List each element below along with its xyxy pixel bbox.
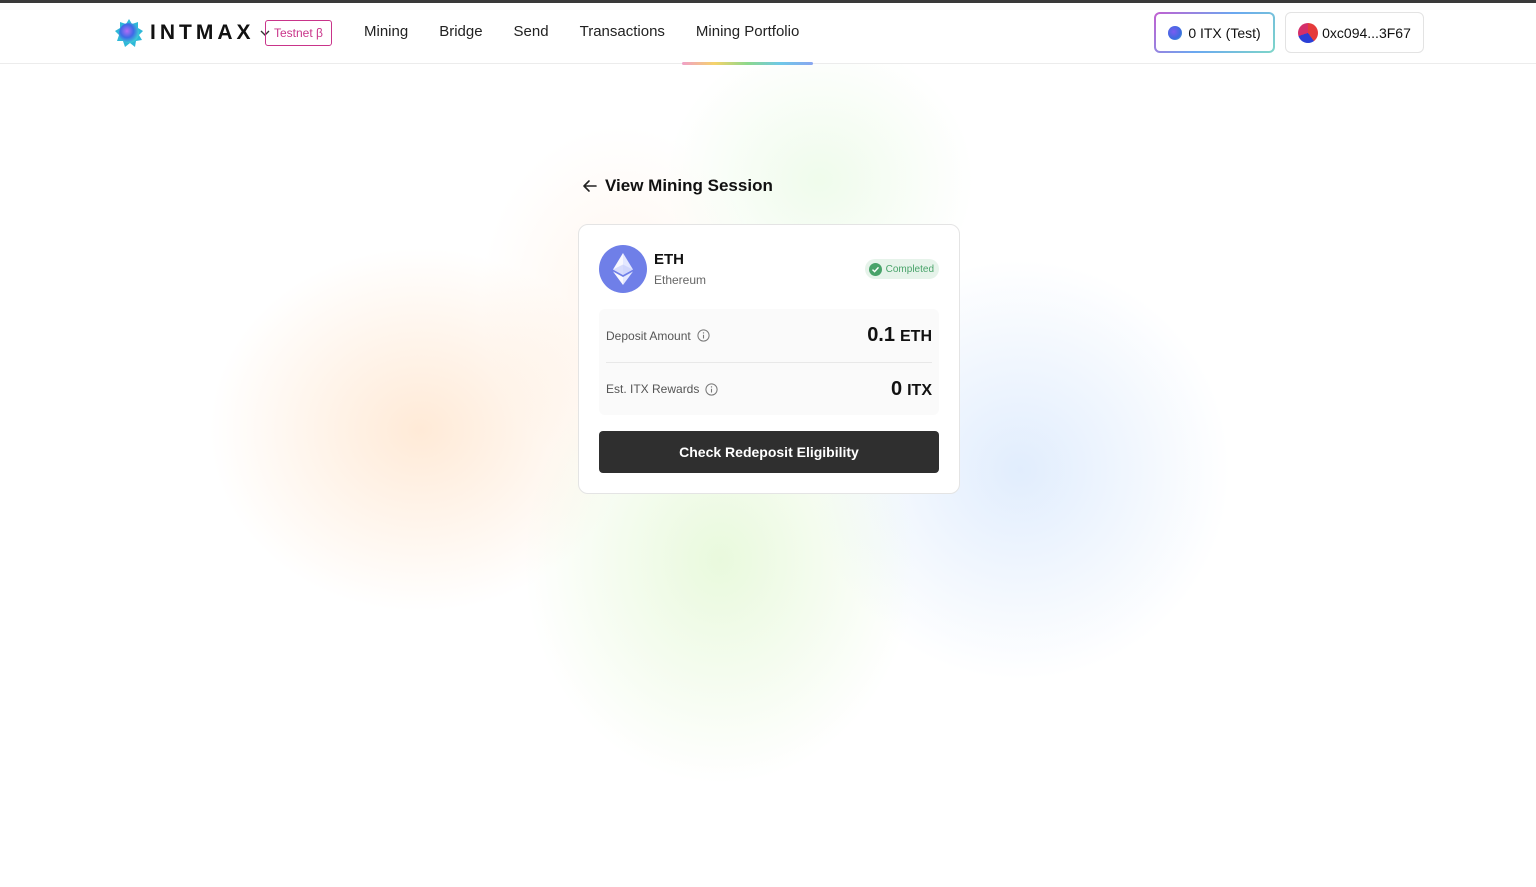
status-badge: Completed bbox=[864, 259, 939, 279]
token-symbol: ETH bbox=[654, 251, 684, 268]
mining-session-view: View Mining Session ETH Ethereum Complet… bbox=[578, 172, 960, 494]
testnet-badge: Testnet β bbox=[265, 20, 332, 46]
nav-transactions[interactable]: Transactions bbox=[580, 3, 665, 64]
intmax-logo-icon bbox=[114, 18, 144, 48]
top-navbar: INTMAX Testnet β Mining Bridge Send Tran… bbox=[0, 3, 1536, 65]
itx-balance-button[interactable]: 0 ITX (Test) bbox=[1154, 12, 1275, 53]
token-name: Ethereum bbox=[654, 273, 707, 287]
check-circle-icon bbox=[868, 262, 882, 276]
back-arrow-icon[interactable] bbox=[581, 177, 599, 195]
main-nav: Mining Bridge Send Transactions Mining P… bbox=[364, 3, 830, 65]
nav-bridge[interactable]: Bridge bbox=[439, 3, 482, 64]
itx-coin-icon bbox=[1168, 25, 1183, 40]
logo-text: INTMAX bbox=[150, 21, 255, 44]
wallet-button[interactable]: 0xc094...3F67 bbox=[1285, 12, 1424, 53]
top-border bbox=[0, 0, 1536, 3]
info-icon[interactable] bbox=[697, 329, 710, 342]
info-icon[interactable] bbox=[705, 382, 718, 396]
deposit-amount-row: Deposit Amount 0.1 ETH bbox=[599, 309, 939, 362]
status-text: Completed bbox=[885, 263, 934, 275]
intmax-logo-menu[interactable]: INTMAX bbox=[114, 18, 271, 48]
ethereum-icon bbox=[599, 245, 647, 293]
wallet-avatar bbox=[1298, 22, 1319, 43]
est-rewards-label: Est. ITX Rewards bbox=[606, 382, 700, 396]
session-card: ETH Ethereum Completed Deposit Amount 0.… bbox=[578, 224, 960, 494]
deposit-amount-value: 0.1 bbox=[867, 324, 895, 346]
token-info: ETH Ethereum bbox=[599, 245, 706, 293]
session-details: Deposit Amount 0.1 ETH Est. ITX Rewards bbox=[599, 309, 939, 415]
est-rewards-row: Est. ITX Rewards 0 ITX bbox=[606, 362, 932, 415]
est-rewards-value: 0 bbox=[890, 377, 903, 400]
nav-mining[interactable]: Mining bbox=[364, 3, 408, 64]
page-title: View Mining Session bbox=[605, 176, 773, 195]
check-redeposit-eligibility-button[interactable]: Check Redeposit Eligibility bbox=[599, 431, 939, 473]
deposit-amount-label: Deposit Amount bbox=[606, 328, 691, 343]
wallet-address: 0xc094...3F67 bbox=[1322, 24, 1411, 41]
itx-balance-label: 0 ITX (Test) bbox=[1188, 24, 1261, 41]
page-header: View Mining Session bbox=[578, 172, 960, 200]
nav-send[interactable]: Send bbox=[514, 3, 549, 64]
est-rewards-unit: ITX bbox=[907, 381, 932, 399]
nav-mining-portfolio[interactable]: Mining Portfolio bbox=[681, 3, 814, 65]
deposit-amount-unit: ETH bbox=[900, 328, 932, 345]
